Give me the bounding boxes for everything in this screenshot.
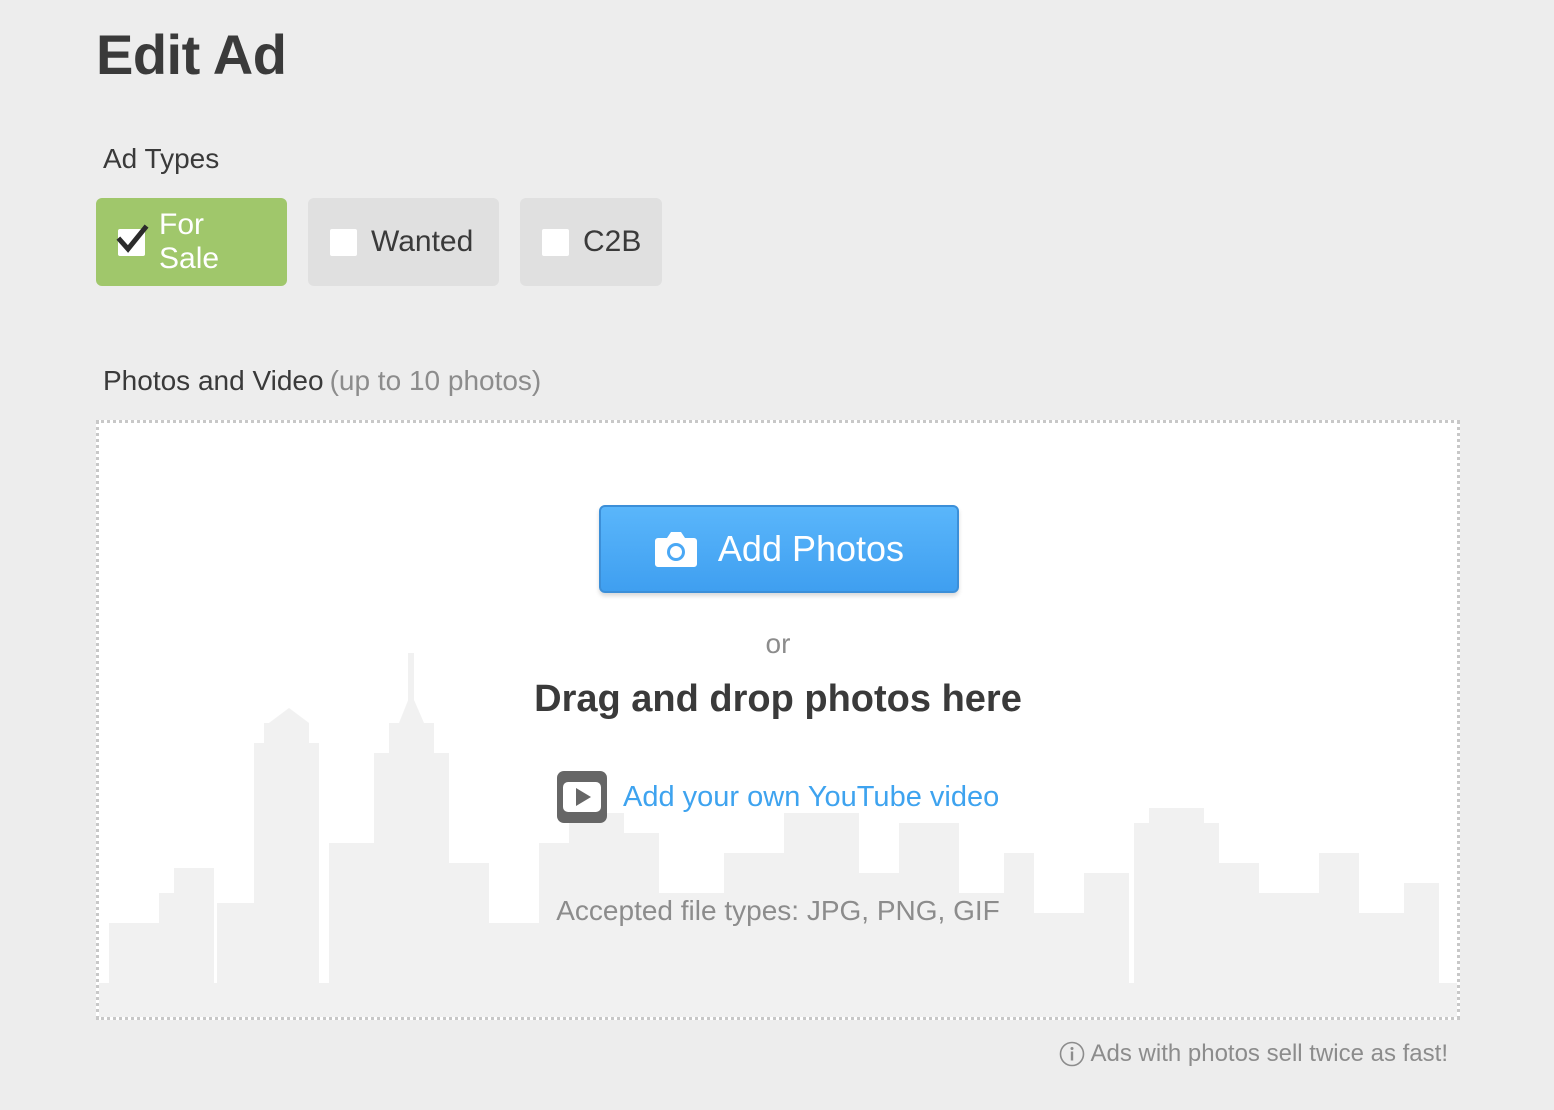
ad-type-label: C2B — [583, 225, 642, 258]
ad-types-label: Ad Types — [103, 143, 220, 174]
ad-type-label: Wanted — [371, 225, 474, 258]
photos-limit-hint: (up to 10 photos) — [329, 365, 542, 396]
check-icon — [116, 223, 149, 253]
photos-label: Photos and Video — [103, 365, 324, 396]
ad-type-label: For Sale — [159, 208, 220, 275]
photos-section-label: Photos and Video (up to 10 photos) — [103, 365, 541, 397]
add-photos-label: Add Photos — [717, 528, 905, 569]
c2b-checkbox[interactable] — [542, 228, 569, 256]
ad-type-c2b[interactable]: C2B — [520, 198, 662, 286]
ad-type-wanted[interactable]: Wanted — [308, 198, 499, 286]
accepted-file-types: Accepted file types: JPG, PNG, GIF — [556, 895, 1000, 926]
add-photos-button[interactable]: Add Photos — [599, 505, 959, 593]
wanted-checkbox[interactable] — [330, 228, 357, 256]
or-separator: or — [765, 628, 791, 659]
for-sale-checkbox[interactable] — [116, 223, 149, 256]
camera-icon — [654, 530, 698, 568]
youtube-link-label: Add your own YouTube video — [623, 780, 1000, 813]
ad-type-for-sale[interactable]: For Sale — [96, 198, 287, 286]
photo-dropzone[interactable]: Add Photos or Drag and drop photos here … — [96, 420, 1460, 1020]
photos-tip-text: Ads with photos sell twice as fast! — [1090, 1040, 1449, 1067]
photos-tip: Ads with photos sell twice as fast! — [1059, 1040, 1449, 1068]
add-youtube-video-link[interactable]: Add your own YouTube video — [557, 771, 999, 823]
info-icon — [1059, 1041, 1085, 1067]
youtube-play-icon — [557, 771, 607, 823]
drag-drop-instruction: Drag and drop photos here — [534, 678, 1022, 720]
ad-type-group: For Sale Wanted C2B — [96, 198, 662, 286]
page-title: Edit Ad — [96, 23, 287, 86]
